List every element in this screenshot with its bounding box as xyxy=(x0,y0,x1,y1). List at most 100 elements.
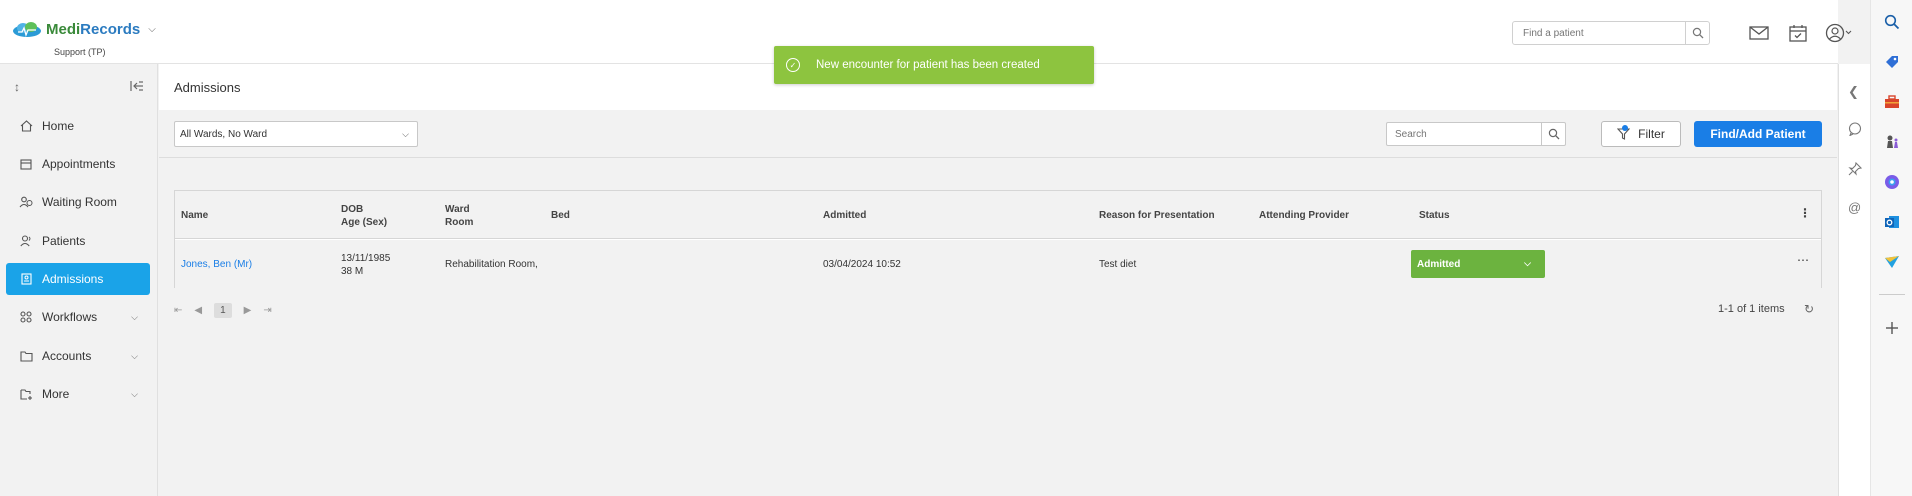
column-header-bed[interactable]: Bed xyxy=(551,209,570,222)
chevron-down-icon: ⌵ xyxy=(131,388,138,399)
send-icon[interactable] xyxy=(1882,252,1902,272)
row-actions-icon[interactable]: ⋯ xyxy=(1797,254,1809,267)
page-title: Admissions xyxy=(174,80,241,95)
column-header-dob[interactable]: DOB Age (Sex) xyxy=(341,203,387,229)
column-header-room-label: Room xyxy=(445,217,474,228)
ward-select-value: All Wards, No Ward xyxy=(180,128,268,140)
ward-select[interactable]: All Wards, No Ward ⌵ xyxy=(174,121,418,147)
column-header-provider[interactable]: Attending Provider xyxy=(1259,209,1349,222)
admissions-grid: Name DOB Age (Sex) Ward Room Bed Admitte… xyxy=(174,190,1822,288)
sidebar-item-workflows[interactable]: Workflows ⌵ xyxy=(6,301,150,333)
workflows-icon xyxy=(18,311,34,323)
column-header-age-sex-label: Age (Sex) xyxy=(341,217,388,228)
find-add-patient-button[interactable]: Find/Add Patient xyxy=(1694,121,1822,147)
prev-page-icon[interactable]: ◀ xyxy=(194,305,202,316)
last-page-icon[interactable]: ⇥ xyxy=(263,305,271,316)
sidebar-item-patients[interactable]: Patients xyxy=(6,225,150,257)
chevron-down-icon: ⌵ xyxy=(402,129,409,139)
ward-room-cell: Rehabilitation Room, xyxy=(445,259,538,270)
sidebar-item-label: More xyxy=(42,387,70,401)
app-launcher-bar xyxy=(1870,0,1912,496)
brand-name: MediRecords xyxy=(46,20,141,38)
right-panel: ❮ @ xyxy=(1838,64,1870,496)
search-icon[interactable] xyxy=(1685,22,1709,44)
sidebar-item-label: Patients xyxy=(42,234,86,248)
sidebar-item-waiting-room[interactable]: Waiting Room xyxy=(6,186,150,218)
mention-icon[interactable]: @ xyxy=(1848,200,1861,215)
expand-vertical-icon[interactable]: ↕ xyxy=(14,80,20,95)
patient-dob-cell: 13/11/1985 38 M xyxy=(341,252,390,278)
filter-button[interactable]: Filter xyxy=(1601,121,1681,147)
user-account-icon[interactable] xyxy=(1825,22,1853,44)
status-value: Admitted xyxy=(1417,258,1461,270)
search-field[interactable] xyxy=(1386,122,1566,146)
add-icon[interactable] xyxy=(1882,318,1902,338)
sidebar-item-appointments[interactable]: Appointments xyxy=(6,148,150,180)
sidebar-item-label: Home xyxy=(42,119,75,133)
logo-cloud-icon xyxy=(12,20,42,38)
column-header-ward[interactable]: Ward Room xyxy=(445,203,473,229)
chess-icon[interactable] xyxy=(1882,132,1902,152)
grid-header: Name DOB Age (Sex) Ward Room Bed Admitte… xyxy=(175,191,1821,239)
accounts-icon xyxy=(18,350,34,362)
collapse-sidebar-icon[interactable] xyxy=(130,80,144,95)
calendar-check-icon[interactable] xyxy=(1787,22,1809,44)
column-menu-icon[interactable]: ⋮ xyxy=(1799,207,1811,220)
patient-age-sex: 38 M xyxy=(341,266,364,277)
pager-info: 1-1 of 1 items xyxy=(1718,303,1785,315)
sidebar-item-label: Waiting Room xyxy=(42,195,117,209)
first-page-icon[interactable]: ⇤ xyxy=(174,305,182,316)
mail-icon[interactable] xyxy=(1748,22,1770,44)
sidebar-item-more[interactable]: More ⌵ xyxy=(6,378,150,410)
chevron-down-icon: ⌵ xyxy=(131,311,138,322)
column-header-status[interactable]: Status xyxy=(1419,209,1450,222)
column-header-ward-label: Ward xyxy=(445,204,470,215)
chevron-down-icon[interactable]: ⌵ xyxy=(148,24,156,35)
divider xyxy=(1879,294,1905,295)
toast-message: New encounter for patient has been creat… xyxy=(816,59,1040,71)
brand-subtitle: Support (TP) xyxy=(54,47,106,57)
sidebar-item-label: Accounts xyxy=(42,349,92,363)
next-page-icon[interactable]: ▶ xyxy=(244,305,252,316)
sidebar-item-label: Appointments xyxy=(42,157,116,171)
filter-active-dot xyxy=(1622,125,1628,131)
patient-dob: 13/11/1985 xyxy=(341,253,391,264)
chat-icon[interactable] xyxy=(1848,122,1862,139)
chevron-down-icon: ⌵ xyxy=(1524,258,1531,268)
search-icon[interactable] xyxy=(1541,123,1565,145)
find-patient-input[interactable] xyxy=(1513,22,1685,44)
sidebar-item-label: Workflows xyxy=(42,310,98,324)
brand-logo[interactable]: MediRecords ⌵ xyxy=(12,20,156,38)
refresh-icon[interactable]: ↻ xyxy=(1804,302,1814,316)
search-input[interactable] xyxy=(1387,128,1541,140)
status-dropdown[interactable]: Admitted ⌵ xyxy=(1411,250,1545,278)
more-icon xyxy=(18,388,34,400)
sidebar-item-accounts[interactable]: Accounts ⌵ xyxy=(6,340,150,372)
column-header-reason[interactable]: Reason for Presentation xyxy=(1099,209,1215,222)
column-header-admitted[interactable]: Admitted xyxy=(823,209,866,222)
calendar-icon xyxy=(18,158,34,170)
check-circle-icon: ✓ xyxy=(786,58,800,72)
toolbox-icon[interactable] xyxy=(1882,92,1902,112)
table-row[interactable]: Jones, Ben (Mr) 13/11/1985 38 M Rehabili… xyxy=(175,240,1821,288)
find-patient-field[interactable] xyxy=(1512,21,1710,45)
admissions-icon xyxy=(18,273,34,285)
sidebar-item-home[interactable]: Home xyxy=(6,110,150,142)
sidebar: ↕ Home Appointments Waiting Room Patient… xyxy=(0,64,158,496)
patient-name-link[interactable]: Jones, Ben (Mr) xyxy=(181,258,252,271)
sidebar-item-label: Admissions xyxy=(42,272,104,286)
patients-icon xyxy=(18,235,34,247)
page-number[interactable]: 1 xyxy=(214,302,232,318)
column-header-name[interactable]: Name xyxy=(181,209,208,222)
chevron-down-icon: ⌵ xyxy=(131,350,138,361)
reason-cell: Test diet xyxy=(1099,259,1137,270)
pager: ⇤ ◀ 1 ▶ ⇥ xyxy=(174,300,284,320)
chevron-left-icon[interactable]: ❮ xyxy=(1848,84,1859,100)
pin-icon[interactable] xyxy=(1848,161,1863,179)
tag-icon[interactable] xyxy=(1882,52,1902,72)
sidebar-item-admissions[interactable]: Admissions xyxy=(6,263,150,295)
column-header-dob-label: DOB xyxy=(341,204,364,215)
outlook-icon[interactable] xyxy=(1882,212,1902,232)
search-icon[interactable] xyxy=(1882,12,1902,32)
copilot-icon[interactable] xyxy=(1882,172,1902,192)
